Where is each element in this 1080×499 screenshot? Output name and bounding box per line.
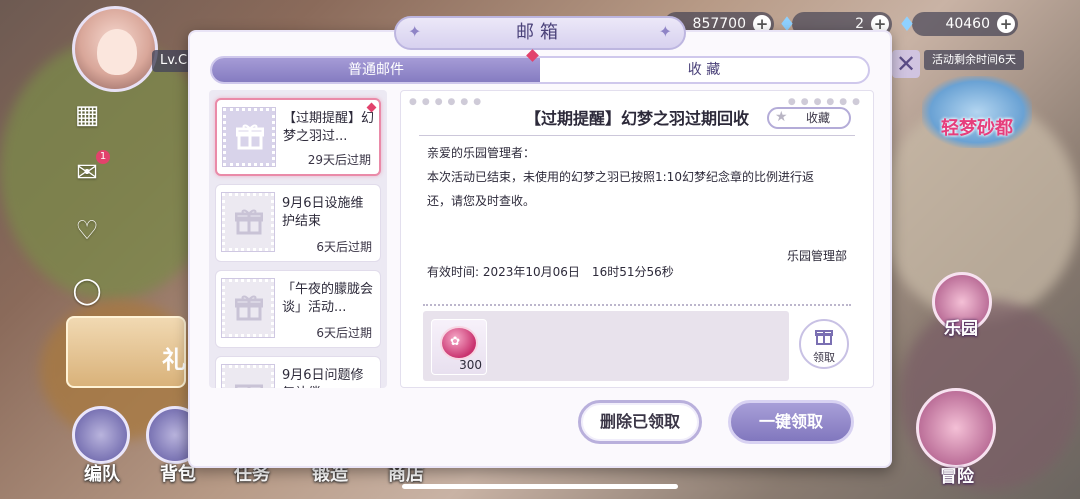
mail-list-item[interactable]: 9月6日设施维护结束 6天后过期: [215, 184, 381, 262]
gift-promo[interactable]: 礼: [66, 316, 186, 388]
mail-tabs: 普通邮件 收 藏: [210, 56, 870, 84]
adventure-button[interactable]: [916, 388, 996, 468]
mail-list[interactable]: 【过期提醒】幻梦之羽过... 29天后过期 9月6日设施维护结束 6天后过期 「…: [209, 90, 387, 388]
mail-list-item[interactable]: 「午夜的朦胧会谈」活动... 6天后过期: [215, 270, 381, 348]
gift-stamp-icon: [222, 107, 276, 167]
nav-team[interactable]: 编队: [84, 460, 120, 486]
mail-detail-title: 【过期提醒】幻梦之羽过期回收: [525, 109, 750, 128]
mail-subject: 「午夜的朦胧会谈」活动...: [282, 282, 374, 315]
mail-body: 亲爱的乐园管理者： 本次活动已结束，未使用的幻梦之羽已按照1:10幻梦纪念章的比…: [427, 141, 837, 213]
mail-detail: ●●●●●● ●●●●●● 【过期提醒】幻梦之羽过期回收 ★ 收藏 亲爱的乐园管…: [400, 90, 874, 388]
mail-signer: 乐园管理部: [786, 249, 847, 263]
mail-subject: 9月6日设施维护结束: [282, 196, 364, 229]
commemorative-coin-icon: ✿: [440, 326, 478, 360]
grid-menu-icon[interactable]: ▦: [70, 98, 104, 132]
handshake-icon[interactable]: ♡: [70, 214, 104, 248]
gift-stamp-icon: [221, 278, 275, 338]
promo-label: 礼: [162, 346, 186, 374]
add-crystal-button[interactable]: +: [997, 15, 1015, 33]
favorite-label: 收藏: [805, 111, 830, 125]
sparkle-icon: ✦: [658, 22, 672, 41]
attachment-area: ✿ 300: [423, 311, 789, 381]
decor-dots: ●●●●●●: [409, 97, 487, 107]
mail-subject: 【过期提醒】幻梦之羽过...: [283, 111, 375, 144]
mail-expire: 6天后过期: [316, 326, 372, 340]
player-avatar[interactable]: [72, 6, 158, 92]
delete-claimed-button[interactable]: 删除已领取: [578, 400, 702, 444]
attachment-item[interactable]: ✿ 300: [431, 319, 487, 375]
balloon-icon[interactable]: ◯: [70, 274, 104, 308]
divider: [419, 135, 855, 136]
mailbox-title: 邮箱: [516, 22, 564, 43]
mail-valid-time: 有效时间: 2023年10月06日 16时51分56秒: [427, 265, 674, 279]
gift-icon: [815, 330, 833, 345]
park-label: 乐园: [944, 319, 978, 339]
mail-content: 本次活动已结束，未使用的幻梦之羽已按照1:10幻梦纪念章的比例进行返还，请您及时…: [427, 170, 814, 208]
gift-stamp-icon: [221, 364, 275, 388]
event-banner-title: 轻梦砂都: [941, 118, 1013, 139]
mailbox-title-bar: ✦ 邮箱 ✦: [394, 16, 686, 50]
mail-expire: 29天后过期: [307, 153, 371, 167]
star-icon: ★: [775, 109, 788, 125]
tab-favorites[interactable]: 收 藏: [540, 58, 868, 82]
event-banner[interactable]: 轻梦砂都: [922, 76, 1032, 148]
tab-normal-mail[interactable]: 普通邮件: [212, 58, 540, 82]
mail-list-item[interactable]: 9月6日问题修复补偿: [215, 356, 381, 388]
claim-label: 领取: [813, 351, 835, 364]
adventure-label: 冒险: [940, 467, 974, 487]
claim-button[interactable]: 领取: [799, 319, 849, 369]
crystal-icon: ♦: [898, 12, 916, 36]
gift-stamp-icon: [221, 192, 275, 252]
close-event-icon[interactable]: ✕: [892, 50, 920, 78]
event-timer: 活动剩余时间6天: [924, 50, 1024, 70]
mail-greeting: 亲爱的乐园管理者：: [427, 146, 536, 160]
sparkle-icon: ✦: [408, 22, 422, 41]
attachment-count: 300: [459, 358, 482, 372]
mail-subject: 9月6日问题修复补偿: [282, 368, 364, 388]
mail-list-item[interactable]: 【过期提醒】幻梦之羽过... 29天后过期: [215, 98, 381, 176]
decor-dots: ●●●●●●: [787, 97, 865, 107]
home-indicator[interactable]: [402, 484, 678, 489]
mail-badge: 1: [96, 150, 110, 164]
divider: [423, 304, 851, 306]
crystal-counter: ♦ 40460 +: [898, 12, 1018, 36]
favorite-button[interactable]: ★ 收藏: [767, 107, 851, 129]
claim-all-button[interactable]: 一键领取: [728, 400, 854, 444]
background-decor: [900, 300, 1080, 490]
crystal-value: 40460: [945, 16, 990, 32]
mail-expire: 6天后过期: [316, 240, 372, 254]
